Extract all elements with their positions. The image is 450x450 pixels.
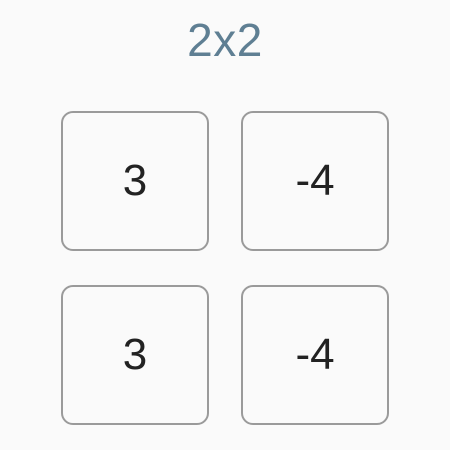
- matrix-cell-r1-c2[interactable]: -4: [241, 111, 389, 251]
- matrix-size-title: 2x2: [187, 14, 263, 66]
- matrix-cell-r1-c1[interactable]: 3: [61, 111, 209, 251]
- matrix-app: 2x2 3 -4 3 -4: [0, 0, 450, 450]
- matrix-grid: 3 -4 3 -4: [61, 111, 389, 427]
- matrix-cell-r2-c1[interactable]: 3: [61, 285, 209, 425]
- matrix-cell-r2-c2[interactable]: -4: [241, 285, 389, 425]
